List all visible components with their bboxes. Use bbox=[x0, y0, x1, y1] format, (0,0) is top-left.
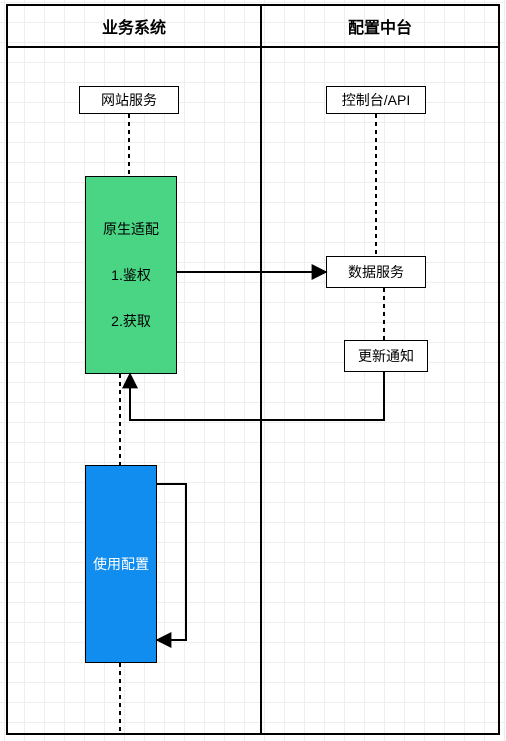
node-label: 控制台/API bbox=[342, 90, 410, 110]
swimlane-header-right: 配置中台 bbox=[262, 6, 498, 46]
node-step2: 2.获取 bbox=[111, 311, 151, 331]
diagram-canvas: 业务系统 配置中台 网站服务 控制台/API 原生适配 1.鉴权 2.获取 数据… bbox=[0, 0, 506, 741]
node-update-notice: 更新通知 bbox=[344, 340, 428, 372]
node-label: 使用配置 bbox=[93, 554, 149, 574]
node-title: 原生适配 bbox=[103, 219, 159, 239]
swimlane-divider bbox=[260, 6, 262, 733]
node-label: 数据服务 bbox=[348, 262, 404, 282]
swimlane-header-left: 业务系统 bbox=[8, 6, 260, 46]
node-step1: 1.鉴权 bbox=[111, 265, 151, 285]
node-use-config: 使用配置 bbox=[85, 465, 157, 663]
node-label: 更新通知 bbox=[358, 346, 414, 366]
swimlane-label-left: 业务系统 bbox=[102, 14, 166, 38]
node-console-api: 控制台/API bbox=[326, 86, 426, 114]
node-label: 网站服务 bbox=[101, 90, 157, 110]
swimlane-header-divider bbox=[8, 46, 498, 48]
node-website-service: 网站服务 bbox=[79, 86, 179, 114]
node-native-adapter: 原生适配 1.鉴权 2.获取 bbox=[85, 176, 177, 374]
node-data-service: 数据服务 bbox=[326, 256, 426, 288]
swimlane-label-right: 配置中台 bbox=[348, 14, 412, 38]
